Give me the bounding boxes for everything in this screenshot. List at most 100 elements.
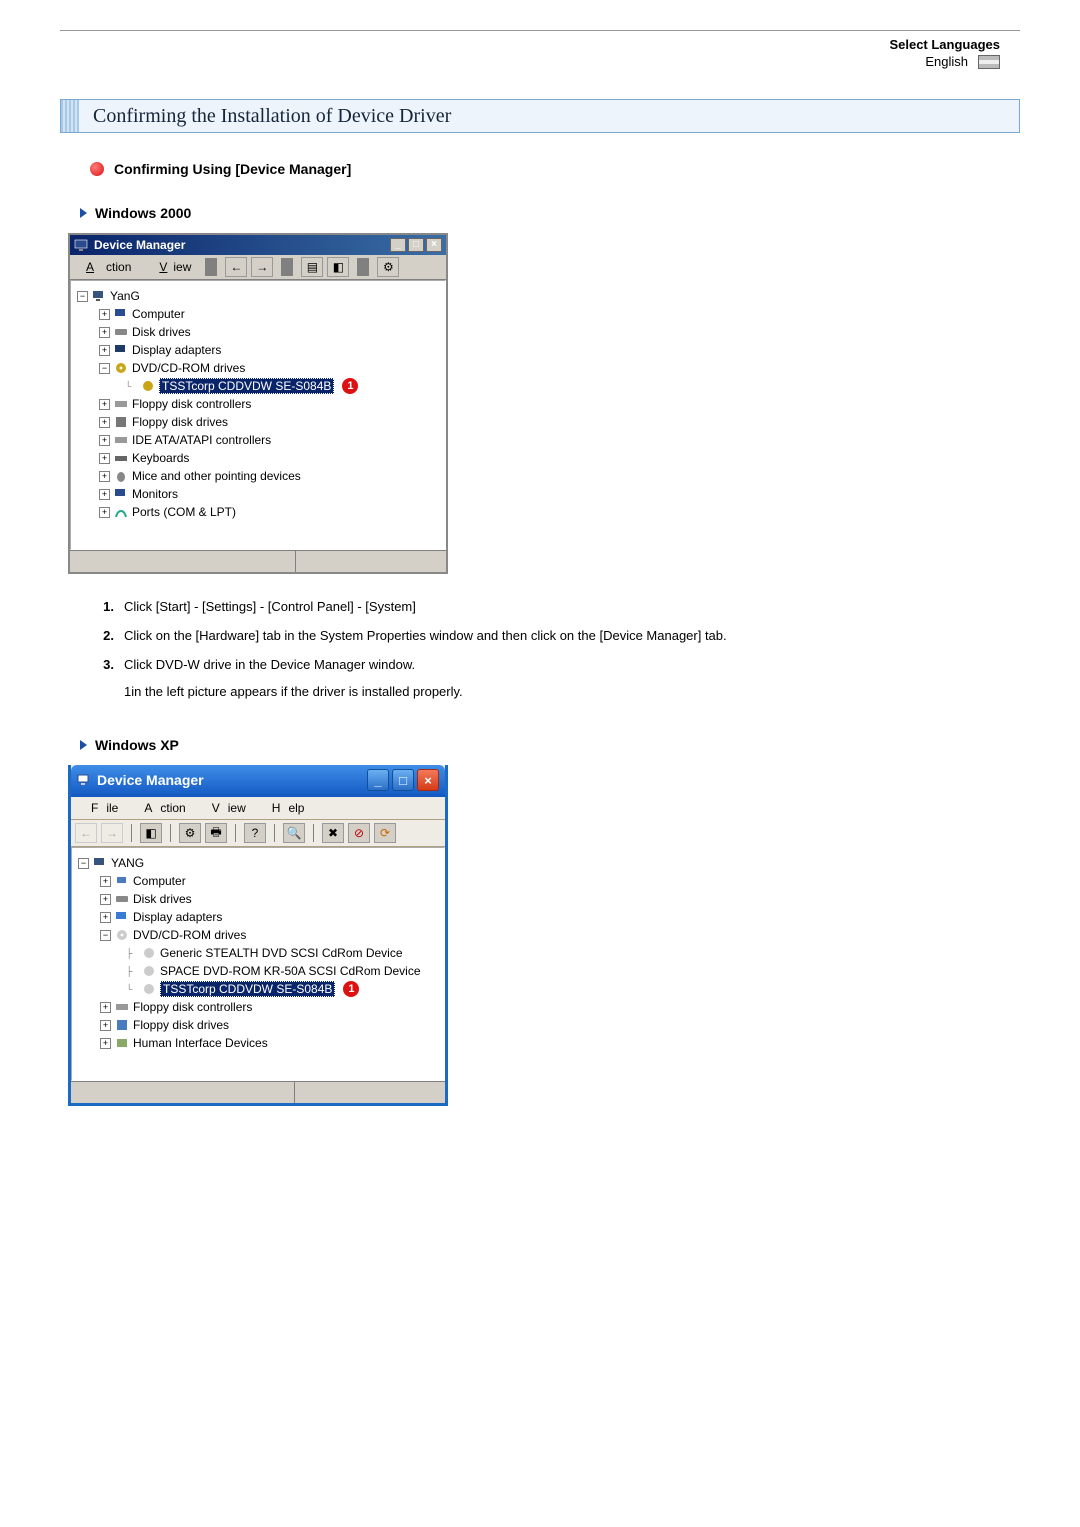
menu-view[interactable]: View [147,259,197,275]
menu-bar[interactable]: Action View ← → ▤ ◧ ⚙ [70,255,446,280]
menu-action[interactable]: Action [128,799,193,817]
ide-icon [114,433,128,447]
tree-line-icon: ├ [126,948,138,958]
tree-node[interactable]: Monitors [132,487,178,501]
menu-action[interactable]: Action [74,259,143,275]
tree-root[interactable]: YANG [111,856,144,870]
menu-view[interactable]: View [196,799,254,817]
view-icon[interactable]: ▤ [301,257,323,277]
tree-node[interactable]: Floppy disk drives [132,415,228,429]
tree-root[interactable]: YanG [110,289,140,303]
minimize-button[interactable]: _ [390,238,406,252]
menu-bar[interactable]: File Action View Help [71,797,445,820]
expand-icon[interactable]: + [99,399,110,410]
toolbar-separator [274,824,275,842]
back-icon[interactable]: ← [75,823,97,843]
expand-icon[interactable]: + [100,1038,111,1049]
window-titlebar[interactable]: Device Manager _ □ × [71,765,445,797]
expand-icon[interactable]: + [99,417,110,428]
tree-node[interactable]: Mice and other pointing devices [132,469,301,483]
tree-node[interactable]: Human Interface Devices [133,1036,268,1050]
expand-icon[interactable]: + [99,471,110,482]
language-value[interactable]: English [925,54,968,69]
collapse-icon[interactable]: − [99,363,110,374]
minimize-button[interactable]: _ [367,769,389,791]
floppy-icon [114,415,128,429]
window-title: Device Manager [97,772,204,788]
menu-file[interactable]: File [75,799,126,817]
scan-icon[interactable]: 🔍 [283,823,305,843]
expand-icon[interactable]: + [100,912,111,923]
expand-icon[interactable]: + [99,489,110,500]
step-number: 3. [96,656,114,702]
maximize-button[interactable]: □ [408,238,424,252]
close-button[interactable]: × [417,769,439,791]
computer-icon [92,289,106,303]
tree-node[interactable]: DVD/CD-ROM drives [133,928,246,942]
uninstall-icon[interactable]: ✖ [322,823,344,843]
update-icon[interactable]: ⟳ [374,823,396,843]
flag-icon[interactable] [978,55,1000,69]
window-title: Device Manager [94,238,185,252]
device-tree[interactable]: − YanG + Computer + Disk drives + Display a… [70,280,446,550]
back-icon[interactable]: ← [225,257,247,277]
tree-node[interactable]: IDE ATA/ATAPI controllers [132,433,271,447]
device-tree[interactable]: − YANG + Computer + Disk drives + Display a… [71,847,445,1081]
callout-badge: 1 [343,981,359,997]
step-text: Click DVD-W drive in the Device Manager … [124,656,463,675]
tree-node[interactable]: Computer [133,874,186,888]
expand-icon[interactable]: + [99,453,110,464]
toolbar-separator [357,258,369,276]
expand-icon[interactable]: + [99,345,110,356]
up-icon[interactable]: ◧ [140,823,162,843]
collapse-icon[interactable]: − [78,858,89,869]
toolbar[interactable]: ← → ◧ ⚙ 🖶 ? 🔍 ✖ ⊘ ⟳ [71,820,445,847]
show-hide-icon[interactable]: ◧ [327,257,349,277]
tree-node[interactable]: Floppy disk drives [133,1018,229,1032]
dvd-icon [114,361,128,375]
tree-node[interactable]: DVD/CD-ROM drives [132,361,245,375]
tree-node[interactable]: Floppy disk controllers [133,1000,252,1014]
status-bar [70,550,446,572]
expand-icon[interactable]: + [100,894,111,905]
close-button[interactable]: × [426,238,442,252]
computer-node-icon [115,874,129,888]
collapse-icon[interactable]: − [77,291,88,302]
help-icon[interactable]: ? [244,823,266,843]
tree-node[interactable]: Generic STEALTH DVD SCSI CdRom Device [160,946,403,960]
tree-node[interactable]: Floppy disk controllers [132,397,251,411]
menu-help[interactable]: Help [256,799,313,817]
tree-node[interactable]: Computer [132,307,185,321]
maximize-button[interactable]: □ [392,769,414,791]
computer-icon [74,238,88,252]
expand-icon[interactable]: + [100,1020,111,1031]
properties-icon[interactable]: ⚙ [377,257,399,277]
tree-node[interactable]: Display adapters [133,910,222,924]
collapse-icon[interactable]: − [100,930,111,941]
forward-icon[interactable]: → [101,823,123,843]
highlighted-device[interactable]: TSSTcorp CDDVDW SE-S084B [160,981,335,997]
disable-icon[interactable]: ⊘ [348,823,370,843]
expand-icon[interactable]: + [100,1002,111,1013]
tree-node[interactable]: Disk drives [132,325,191,339]
tree-node[interactable]: SPACE DVD-ROM KR-50A SCSI CdRom Device [160,964,421,978]
tree-node[interactable]: Disk drives [133,892,192,906]
print-icon[interactable]: 🖶 [205,823,227,843]
tree-node[interactable]: Keyboards [132,451,189,465]
expand-icon[interactable]: + [99,507,110,518]
subheading-text: Confirming Using [Device Manager] [114,161,351,177]
window-titlebar[interactable]: Device Manager _ □ × [70,235,446,255]
expand-icon[interactable]: + [99,435,110,446]
highlighted-device[interactable]: TSSTcorp CDDVDW SE-S084B [159,378,334,394]
expand-icon[interactable]: + [99,327,110,338]
properties-icon[interactable]: ⚙ [179,823,201,843]
cd-device-icon [142,964,156,978]
tree-node[interactable]: Display adapters [132,343,221,357]
expand-icon[interactable]: + [100,876,111,887]
forward-icon[interactable]: → [251,257,273,277]
step-text: Click [Start] - [Settings] - [Control Pa… [124,598,416,617]
tree-node[interactable]: Ports (COM & LPT) [132,505,236,519]
cd-device-icon [141,379,155,393]
expand-icon[interactable]: + [99,309,110,320]
status-bar [71,1081,445,1103]
